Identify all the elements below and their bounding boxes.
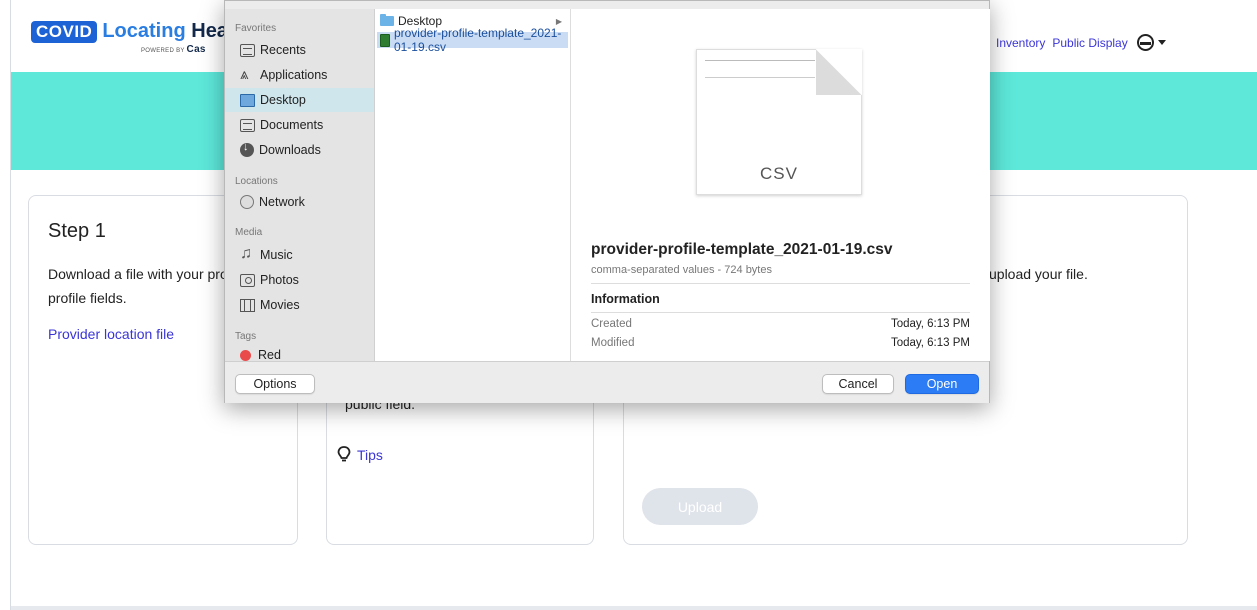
divider: [591, 283, 970, 284]
csv-thumbnail: CSV: [696, 49, 862, 195]
sidebar-item-desktop[interactable]: Desktop: [225, 88, 374, 112]
sidebar-item-photos[interactable]: Photos: [225, 268, 374, 292]
logo-text: Locating Hea: [102, 20, 228, 42]
site-logo[interactable]: COVID Locating Hea: [31, 20, 228, 43]
open-button[interactable]: Open: [905, 374, 979, 394]
sidebar-item-music[interactable]: Music: [225, 243, 374, 267]
lightbulb-icon: [337, 446, 351, 462]
top-nav: Inventory Public Display: [996, 34, 1166, 51]
tips-link[interactable]: Tips: [337, 446, 383, 463]
desktop-icon: [240, 93, 255, 107]
file-open-dialog: Favorites Recents Applications Desktop D…: [224, 0, 990, 403]
dialog-footer: Options Cancel Open: [225, 361, 989, 403]
folder-icon: [380, 14, 394, 26]
applications-icon: [240, 66, 255, 83]
provider-location-file-link[interactable]: Provider location file: [48, 326, 174, 342]
step1-title: Step 1: [48, 220, 106, 242]
nav-inventory-link[interactable]: Inventory: [996, 36, 1045, 50]
tags-header: Tags: [235, 331, 257, 342]
modified-row: Modified Today, 6:13 PM: [591, 337, 970, 349]
upload-button[interactable]: Upload: [642, 488, 758, 525]
file-row-selected[interactable]: provider-profile-template_2021-01-19.csv: [377, 26, 568, 54]
logo-badge: COVID: [31, 20, 98, 43]
chevron-right-icon: ▶: [555, 16, 562, 26]
step3-description: upload your file.: [989, 266, 1088, 282]
locations-header: Locations: [235, 176, 278, 187]
chevron-down-icon[interactable]: [1157, 40, 1166, 45]
tips-label: Tips: [357, 446, 383, 463]
sidebar-item-documents[interactable]: Documents: [225, 113, 374, 137]
documents-icon: [240, 118, 255, 132]
sidebar-item-recents[interactable]: Recents: [225, 38, 374, 62]
logo-subtitle: POWERED BY Cas: [141, 44, 206, 55]
options-button[interactable]: Options: [235, 374, 315, 394]
camera-icon: [240, 273, 255, 287]
page-bottom-border: [11, 606, 1257, 610]
preview-file-name: provider-profile-template_2021-01-19.csv: [591, 241, 893, 258]
csv-file-icon: [380, 33, 390, 47]
red-tag-icon: [240, 349, 251, 361]
music-icon: [240, 245, 255, 263]
created-row: Created Today, 6:13 PM: [591, 318, 970, 330]
media-header: Media: [235, 227, 263, 238]
favorites-header: Favorites: [235, 23, 277, 34]
recents-icon: [240, 43, 255, 57]
browser-column: Desktop ▶ provider-profile-template_2021…: [374, 9, 571, 361]
divider: [591, 312, 970, 313]
thumbnail-content: [705, 60, 815, 78]
sidebar-item-downloads[interactable]: Downloads: [225, 138, 374, 162]
page-fold-icon: [816, 49, 862, 95]
user-account-icon[interactable]: [1136, 34, 1154, 51]
film-icon: [240, 298, 255, 312]
downloads-icon: [240, 141, 254, 157]
network-icon: [240, 195, 254, 209]
nav-public-display-link[interactable]: Public Display: [1052, 36, 1127, 50]
file-preview-pane: CSV provider-profile-template_2021-01-19…: [571, 9, 990, 361]
information-header: Information: [591, 292, 660, 306]
sidebar-item-applications[interactable]: Applications: [225, 63, 374, 87]
thumbnail-label: CSV: [760, 164, 798, 183]
cancel-button[interactable]: Cancel: [822, 374, 894, 394]
sidebar-item-network[interactable]: Network: [225, 190, 374, 214]
preview-file-description: comma-separated values - 724 bytes: [591, 264, 772, 276]
dialog-sidebar: Favorites Recents Applications Desktop D…: [225, 9, 374, 362]
sidebar-item-movies[interactable]: Movies: [225, 293, 374, 317]
